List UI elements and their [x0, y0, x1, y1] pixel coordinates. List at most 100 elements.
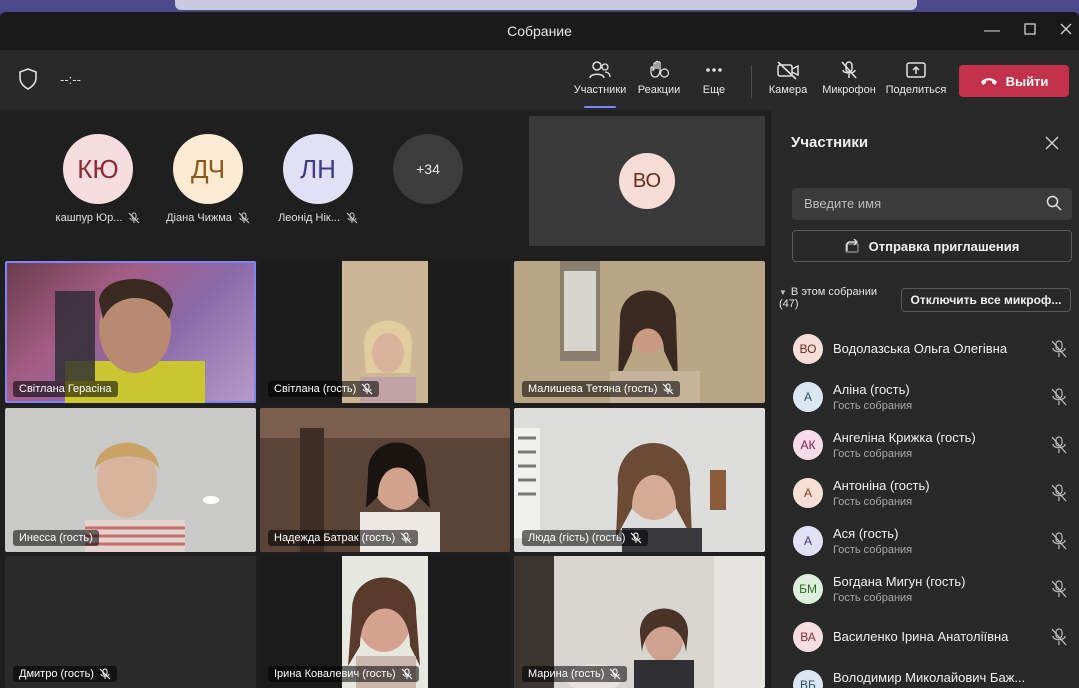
mic-off-icon — [401, 668, 413, 680]
mic-off-icon — [99, 668, 111, 680]
mic-off-icon — [361, 383, 373, 395]
in-meeting-section[interactable]: ▼ В этом собрании (47) — [779, 286, 899, 310]
leave-button[interactable]: Выйти — [959, 65, 1069, 97]
overflow-count: +34 — [393, 134, 463, 204]
avatar: БМ — [793, 574, 823, 604]
window-title: Собрание — [507, 23, 572, 39]
participant-role: Гость собрания — [833, 496, 913, 508]
list-item[interactable]: ВО Водолазська Ольга Олегівна — [771, 326, 1079, 374]
list-item[interactable]: БМ Богдана Мигун (гость) Гость собрания — [771, 566, 1079, 614]
maximize-button[interactable] — [1019, 20, 1041, 42]
tile-name: Світлана (гость) — [274, 383, 357, 395]
participant-role: Гость собрания — [833, 448, 913, 460]
more-icon — [706, 68, 722, 72]
tile-name: Надежда Батрак (гость) — [274, 532, 396, 544]
mic-off-icon — [1051, 628, 1067, 646]
participant-search-input[interactable]: Введите имя — [792, 188, 1072, 220]
tile-name: Марина (гость) — [528, 668, 605, 680]
participant-list: ВО Водолазська Ольга Олегівна А Аліна (г… — [771, 326, 1079, 688]
participants-label: Участники — [573, 84, 627, 96]
mic-label: Микрофон — [822, 84, 876, 96]
strip-participant[interactable]: ДЧ Діана Чижма — [153, 134, 263, 224]
video-tile[interactable]: Марина (гость) — [514, 556, 765, 688]
participant-name: Антоніна (гость) — [833, 478, 930, 493]
mic-off-icon — [129, 212, 140, 224]
mic-off-icon — [1051, 532, 1067, 550]
video-tile[interactable]: Дмитро (гость) — [5, 556, 256, 688]
title-bar: Собрание — — [0, 12, 1079, 50]
leave-label: Выйти — [1005, 73, 1049, 89]
search-placeholder: Введите имя — [804, 196, 882, 211]
video-tile[interactable]: Инесса (гость) — [5, 408, 256, 552]
participant-role: Гость собрания — [833, 544, 913, 556]
video-tile[interactable]: Світлана Герасіна — [5, 261, 256, 403]
mic-off-icon — [610, 668, 621, 680]
mic-off-icon — [1051, 484, 1067, 502]
video-stage: КЮ кашпур Юр... ДЧ Діана Чижма ЛН Леонід… — [0, 110, 770, 688]
mic-off-icon — [1051, 340, 1067, 358]
list-item[interactable]: А Ася (гость) Гость собрания — [771, 518, 1079, 566]
more-label: Еще — [702, 84, 726, 96]
share-button[interactable]: Поделиться — [884, 60, 948, 108]
section-label: В этом собрании (47) — [779, 286, 877, 310]
video-tile[interactable]: Надежда Батрак (гость) — [260, 408, 510, 552]
list-item[interactable]: А Антоніна (гость) Гость собрания — [771, 470, 1079, 518]
list-item[interactable]: А Аліна (гость) Гость собрания — [771, 374, 1079, 422]
mute-all-button[interactable]: Отключить все микроф... — [901, 288, 1071, 312]
more-button[interactable]: Еще — [694, 60, 734, 108]
send-invite-button[interactable]: Отправка приглашения — [792, 230, 1072, 262]
desktop-bar — [175, 0, 917, 10]
list-item[interactable]: ВА Василенко Ірина Анатоліївна — [771, 614, 1079, 662]
meeting-timer: --:-- — [60, 72, 81, 87]
avatar: ВО — [619, 153, 675, 209]
participant-role: Гость собрания — [833, 400, 913, 412]
close-panel-button[interactable] — [1045, 134, 1059, 155]
avatar-strip: КЮ кашпур Юр... ДЧ Діана Чижма ЛН Леонід… — [0, 110, 520, 248]
video-tile[interactable]: Малишева Тетяна (гость) — [514, 261, 765, 403]
participants-panel: Участники Введите имя Отправка приглашен… — [770, 110, 1079, 688]
invite-label: Отправка приглашения — [868, 238, 1020, 254]
avatar: ВА — [793, 622, 823, 652]
strip-participant[interactable]: ЛН Леонід Нік... — [263, 134, 373, 224]
mic-off-icon — [631, 532, 642, 544]
mic-off-icon — [400, 532, 412, 544]
reactions-label: Реакции — [637, 84, 681, 96]
chevron-down-icon: ▼ — [779, 288, 787, 297]
people-icon — [589, 61, 611, 79]
camera-button[interactable]: Камера — [764, 60, 812, 108]
tile-name: Люда (гість) (гость) — [528, 532, 626, 544]
mic-button[interactable]: Микрофон — [818, 60, 880, 108]
participant-name: Володимир Миколайович Баж... — [833, 670, 1026, 685]
spotlight-tile[interactable]: ВО — [529, 116, 765, 246]
camera-off-icon — [777, 61, 799, 80]
toolbar-separator — [751, 65, 752, 99]
participant-name: Водолазська Ольга Олегівна — [833, 341, 1008, 356]
participant-name: Богдана Мигун (гость) — [833, 574, 966, 589]
maximize-icon — [1024, 23, 1036, 35]
participant-name: Ася (гость) — [833, 526, 899, 541]
avatar: А — [793, 526, 823, 556]
close-icon — [1060, 23, 1072, 35]
shield-icon[interactable] — [18, 68, 38, 95]
video-tile[interactable]: Ірина Ковалевич (гость) — [260, 556, 510, 688]
list-item[interactable]: ВБ Володимир Миколайович Баж... Внешний — [771, 662, 1079, 688]
share-arrow-icon — [845, 239, 859, 253]
avatar: ДЧ — [173, 134, 243, 204]
avatar: А — [793, 382, 823, 412]
reactions-button[interactable]: Реакции — [634, 60, 684, 108]
strip-participant[interactable]: КЮ кашпур Юр... — [43, 134, 153, 224]
overflow-participants[interactable]: +34 — [373, 134, 483, 204]
tile-name: Инесса (гость) — [19, 532, 93, 544]
video-tile[interactable]: Світлана (гость) — [260, 261, 510, 403]
mic-off-icon — [346, 212, 358, 224]
minimize-button[interactable]: — — [981, 20, 1003, 42]
list-item[interactable]: АК Ангеліна Крижка (гость) Гость собрани… — [771, 422, 1079, 470]
video-tile[interactable]: Люда (гість) (гость) — [514, 408, 765, 552]
participants-button[interactable]: Участники — [570, 60, 630, 108]
camera-label: Камера — [768, 84, 808, 96]
hang-up-icon — [980, 78, 997, 85]
mic-off-icon — [238, 212, 250, 224]
close-window-button[interactable] — [1055, 20, 1077, 42]
share-label: Поделиться — [885, 84, 947, 96]
participant-role: Гость собрания — [833, 592, 913, 604]
